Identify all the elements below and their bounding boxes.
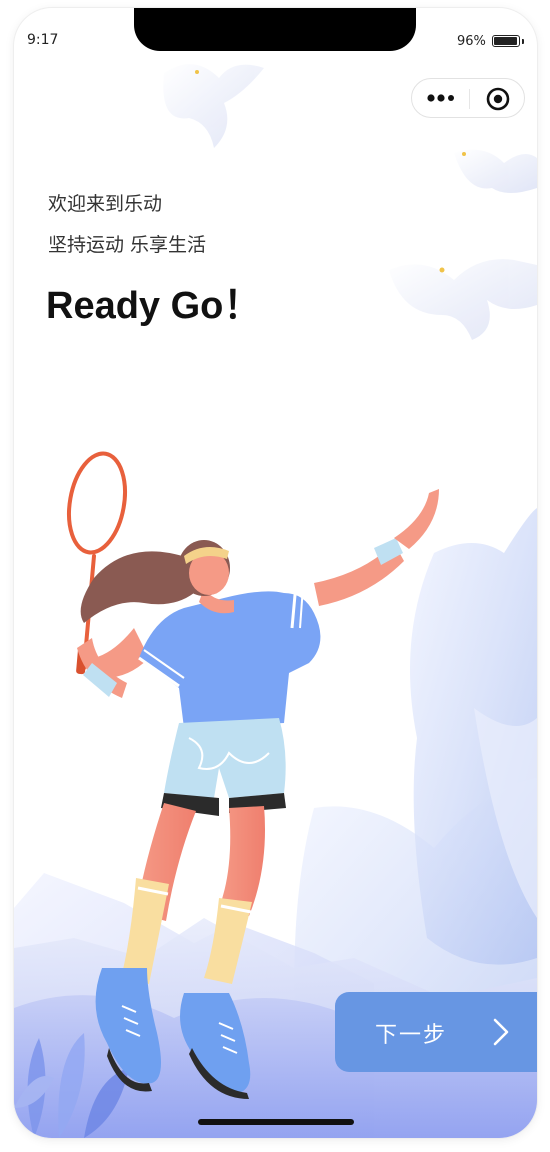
dove-mid bbox=[389, 259, 537, 340]
battery-tip bbox=[522, 39, 524, 44]
dove-top bbox=[163, 64, 264, 148]
badminton-player-illustration bbox=[14, 64, 537, 1138]
greeting-text: 欢迎来到乐动 bbox=[48, 193, 163, 215]
more-dots-icon[interactable] bbox=[426, 91, 458, 105]
battery-icon bbox=[492, 35, 520, 47]
page-headline: Ready Go！ bbox=[46, 285, 262, 327]
battery-percent: 96% bbox=[457, 34, 486, 49]
next-step-button[interactable]: 下一步 bbox=[335, 992, 537, 1072]
status-time: 9:17 bbox=[27, 32, 59, 48]
capsule-divider bbox=[469, 89, 470, 109]
device-notch bbox=[134, 8, 416, 51]
slogan-text: 坚持运动 乐享生活 bbox=[48, 234, 207, 256]
target-circle-icon[interactable] bbox=[486, 87, 510, 111]
home-indicator bbox=[198, 1119, 354, 1125]
chevron-right-icon bbox=[493, 1018, 509, 1046]
dove-right bbox=[454, 149, 537, 193]
phone-frame: 9:17 96% 欢迎来到乐动 坚持运动 乐享生活 Ready Go！ 下一步 bbox=[14, 8, 537, 1138]
mini-program-capsule bbox=[411, 78, 525, 118]
next-step-label: 下一步 bbox=[375, 1023, 448, 1048]
